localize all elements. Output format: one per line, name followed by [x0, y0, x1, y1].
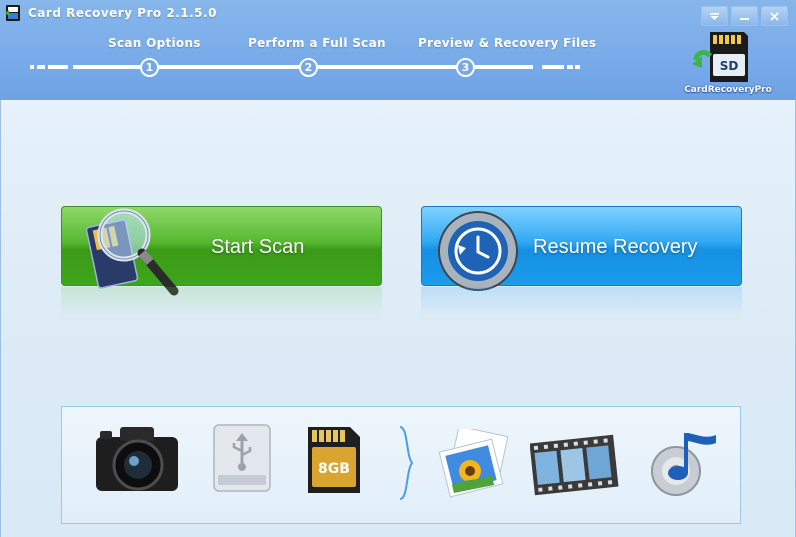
track-dash: [575, 65, 580, 69]
resume-recovery-reflection: [421, 287, 742, 317]
track-dash: [542, 65, 564, 69]
supported-media-panel: 8GB: [61, 406, 741, 524]
close-button[interactable]: [761, 6, 788, 26]
minimize-icon: [740, 17, 749, 20]
track-dash: [567, 65, 573, 69]
brand-name: CardRecoveryPro: [684, 85, 772, 95]
track-dash: [37, 65, 45, 69]
resume-recovery-label: Resume Recovery: [533, 236, 698, 258]
step-number-2: 2: [299, 58, 318, 77]
window-title: Card Recovery Pro 2.1.5.0: [28, 6, 217, 20]
step-number-3: 3: [456, 58, 475, 77]
app-icon: [5, 5, 20, 21]
step-label-preview-recovery: Preview & Recovery Files: [418, 36, 597, 50]
camera-icon: [96, 427, 178, 491]
start-scan-label: Start Scan: [211, 236, 305, 258]
sd-card-icon: 8GB: [308, 427, 360, 493]
brace-icon: [399, 426, 414, 500]
minimize-button[interactable]: [731, 6, 758, 26]
start-scan-button[interactable]: Start Scan: [61, 206, 382, 296]
track-dash: [48, 65, 68, 69]
menu-button[interactable]: [701, 6, 728, 26]
step-label-full-scan: Perform a Full Scan: [248, 36, 386, 50]
menu-dropdown-icon: [710, 12, 719, 20]
start-scan-reflection: [61, 287, 382, 317]
sd-card-capacity: 8GB: [318, 461, 350, 477]
step-label-scan-options: Scan Options: [108, 36, 201, 50]
usb-drive-icon: [213, 424, 271, 492]
step-number-1: 1: [140, 58, 159, 77]
close-icon: [770, 11, 779, 21]
logo-card-label: SD: [720, 59, 739, 73]
title-bar: Card Recovery Pro 2.1.5.0 Scan Options P…: [0, 0, 796, 100]
music-icon: [651, 433, 716, 496]
film-icon: [530, 434, 619, 496]
resume-recovery-button[interactable]: Resume Recovery: [421, 206, 742, 291]
track-dash: [30, 65, 34, 69]
clock-restore-icon: [438, 211, 518, 291]
photo-icon: [438, 429, 509, 498]
